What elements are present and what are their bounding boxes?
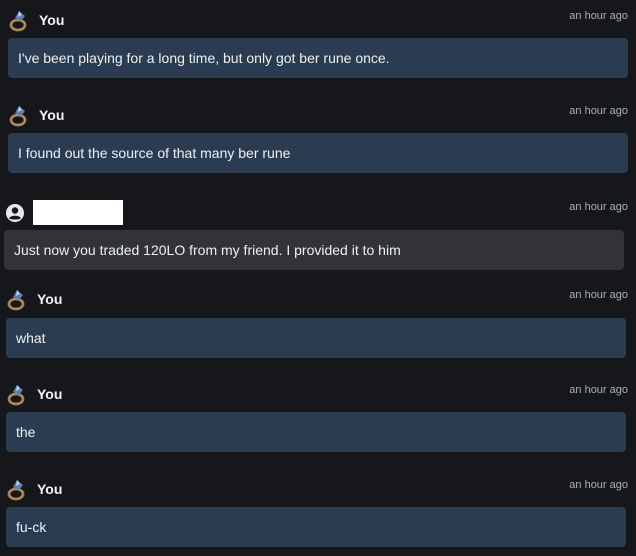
message-header: You an hour ago <box>0 475 636 503</box>
message-header: You an hour ago <box>0 6 636 34</box>
message-timestamp: an hour ago <box>569 289 628 301</box>
chat-message: You an hour ago the <box>0 380 636 452</box>
message-bubble: what <box>6 318 626 358</box>
message-bubble: fu-ck <box>6 507 626 547</box>
chat-message: You an hour ago what <box>0 285 636 358</box>
sender-name[interactable]: You <box>37 386 62 402</box>
message-timestamp: an hour ago <box>569 10 628 22</box>
message-timestamp: an hour ago <box>569 479 628 491</box>
redacted-sender-name <box>33 200 123 225</box>
chat-log: You an hour ago I've been playing for a … <box>0 0 636 556</box>
chat-message: You an hour ago fu-ck <box>0 475 636 547</box>
message-header: an hour ago <box>0 197 636 225</box>
gem-ring-icon[interactable] <box>6 384 28 406</box>
sender-name[interactable]: You <box>39 12 64 28</box>
message-header: You an hour ago <box>0 101 636 129</box>
sender-name[interactable]: You <box>39 107 64 123</box>
chat-message: You an hour ago I've been playing for a … <box>0 6 636 78</box>
chat-message: an hour ago Just now you traded 120LO fr… <box>0 197 636 270</box>
message-bubble: the <box>6 412 626 452</box>
message-bubble: Just now you traded 120LO from my friend… <box>4 230 624 270</box>
gem-ring-icon[interactable] <box>6 479 28 501</box>
sender-name[interactable]: You <box>37 481 62 497</box>
message-header: You an hour ago <box>0 380 636 408</box>
sender-name[interactable]: You <box>37 291 62 307</box>
chat-message: You an hour ago I found out the source o… <box>0 101 636 173</box>
message-header: You an hour ago <box>0 285 636 313</box>
gem-ring-icon[interactable] <box>6 289 28 311</box>
message-bubble: I found out the source of that many ber … <box>8 133 628 173</box>
user-circle-icon[interactable] <box>4 202 26 224</box>
message-timestamp: an hour ago <box>569 105 628 117</box>
message-timestamp: an hour ago <box>569 201 628 213</box>
gem-ring-icon[interactable] <box>8 10 30 32</box>
gem-ring-icon[interactable] <box>8 105 30 127</box>
message-timestamp: an hour ago <box>569 384 628 396</box>
message-bubble: I've been playing for a long time, but o… <box>8 38 628 78</box>
